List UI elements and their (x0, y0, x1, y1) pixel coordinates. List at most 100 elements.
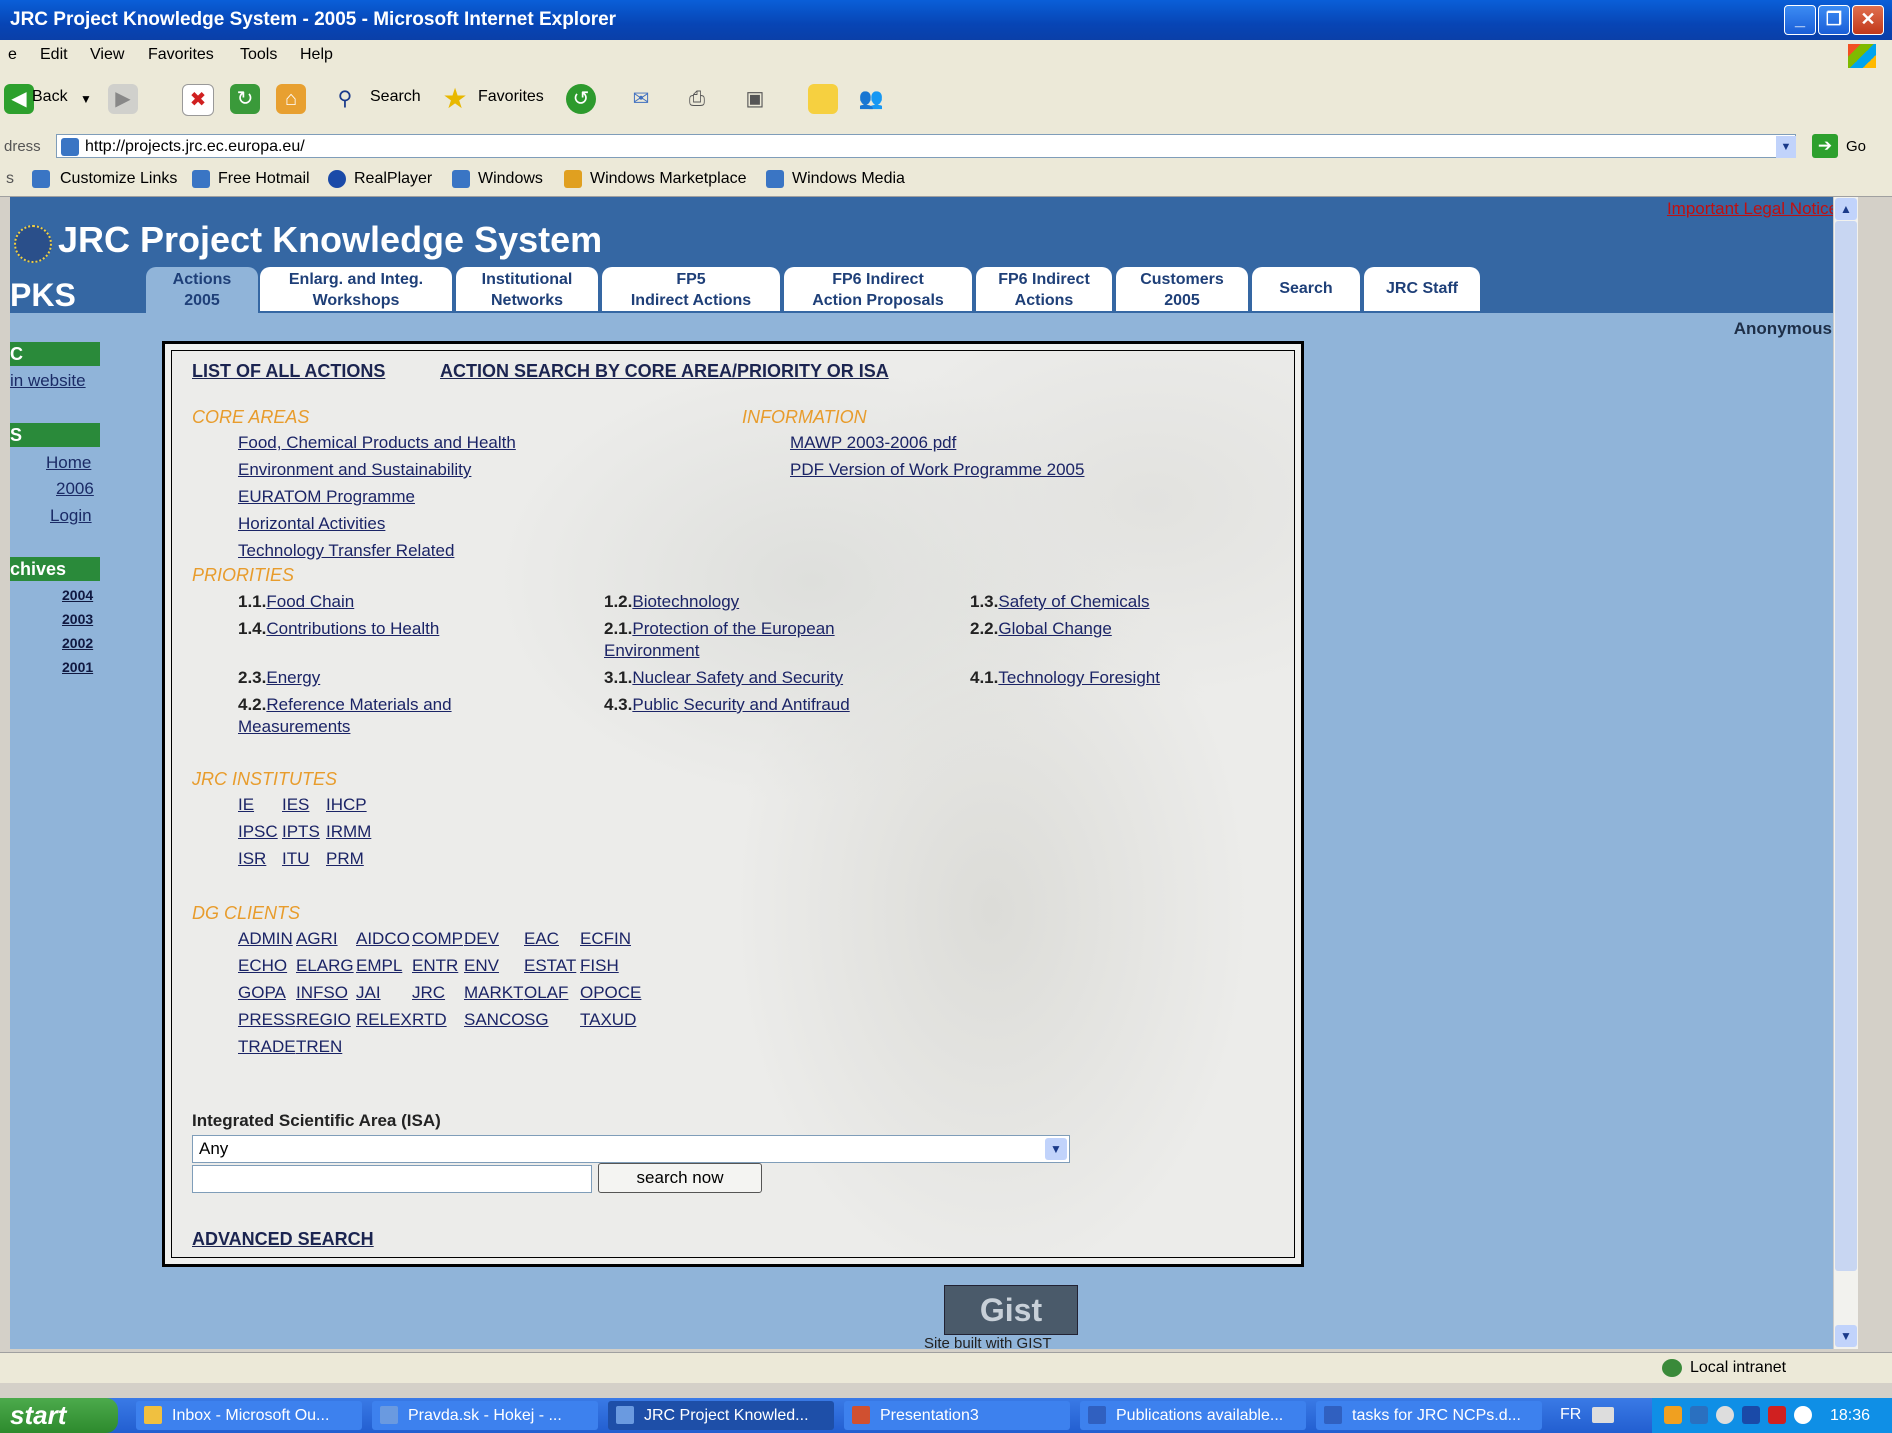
mail-icon[interactable]: ✉ (626, 84, 656, 114)
search-now-button[interactable]: search now (598, 1163, 762, 1193)
dg-client-link[interactable]: FISH (580, 956, 619, 976)
dg-client-link[interactable]: EAC (524, 929, 559, 949)
priority-link[interactable]: Reference Materials and Measurements (238, 695, 452, 736)
institute-link[interactable]: IPTS (282, 822, 320, 842)
link-marketplace[interactable]: Windows Marketplace (590, 170, 747, 188)
isa-select[interactable]: Any ▼ (192, 1135, 1070, 1163)
priority-link[interactable]: Public Security and Antifraud (632, 695, 849, 714)
sidebar-login-link[interactable]: Login (50, 506, 92, 526)
taskbar-item[interactable]: Pravda.sk - Hokej - ... (372, 1401, 598, 1430)
menu-view[interactable]: View (90, 46, 124, 64)
menu-file[interactable]: e (8, 46, 17, 64)
back-dropdown-icon[interactable]: ▼ (80, 92, 92, 106)
refresh-icon[interactable]: ↻ (230, 84, 260, 114)
dg-client-link[interactable]: TRADE (238, 1037, 296, 1057)
legal-notice-link[interactable]: Important Legal Notice (1667, 199, 1838, 219)
favorites-star-icon[interactable]: ★ (440, 84, 470, 114)
priority-link[interactable]: Energy (266, 668, 320, 687)
dg-client-link[interactable]: RELEX (356, 1010, 412, 1030)
back-button[interactable]: Back (32, 88, 68, 106)
taskbar-item[interactable]: Publications available... (1080, 1401, 1306, 1430)
edit-icon[interactable]: ▣ (740, 84, 770, 114)
tray-network-icon[interactable] (1690, 1406, 1708, 1424)
core-area-link[interactable]: Food, Chemical Products and Health (238, 433, 516, 453)
dg-client-link[interactable]: INFSO (296, 983, 348, 1003)
core-area-link[interactable]: Environment and Sustainability (238, 460, 471, 480)
menu-help[interactable]: Help (300, 46, 333, 64)
priority-link[interactable]: Technology Foresight (998, 668, 1160, 687)
dg-client-link[interactable]: JAI (356, 983, 381, 1003)
tab-customers-2005[interactable]: Customers 2005 (1116, 267, 1248, 311)
dg-client-link[interactable]: GOPA (238, 983, 286, 1003)
tray-monitor-icon[interactable] (1742, 1406, 1760, 1424)
dg-client-link[interactable]: ELARG (296, 956, 354, 976)
tab-fp6-actions[interactable]: FP6 Indirect Actions (976, 267, 1112, 311)
maximize-button[interactable]: ❐ (1818, 5, 1850, 35)
core-area-link[interactable]: Horizontal Activities (238, 514, 385, 534)
archive-2004-link[interactable]: 2004 (62, 587, 93, 603)
menu-edit[interactable]: Edit (40, 46, 68, 64)
language-indicator[interactable]: FR (1560, 1406, 1581, 1424)
dg-client-link[interactable]: SG (524, 1010, 549, 1030)
tab-jrc-staff[interactable]: JRC Staff (1364, 267, 1480, 311)
information-link[interactable]: MAWP 2003-2006 pdf (790, 433, 956, 453)
priority-link[interactable]: Contributions to Health (266, 619, 439, 638)
home-icon[interactable]: ⌂ (276, 84, 306, 114)
scroll-thumb[interactable] (1835, 221, 1857, 1271)
dg-client-link[interactable]: ENTR (412, 956, 458, 976)
search-button[interactable]: Search (370, 88, 421, 106)
sidebar-2006-link[interactable]: 2006 (56, 479, 94, 499)
vertical-scrollbar[interactable]: ▲ ▼ (1833, 197, 1858, 1349)
dg-client-link[interactable]: PRESS (238, 1010, 296, 1030)
taskbar-item[interactable]: tasks for JRC NCPs.d... (1316, 1401, 1542, 1430)
institute-link[interactable]: IRMM (326, 822, 371, 842)
messenger-icon[interactable]: 👥 (856, 84, 886, 114)
dg-client-link[interactable]: SANCO (464, 1010, 524, 1030)
action-search-link[interactable]: ACTION SEARCH BY CORE AREA/PRIORITY OR I… (440, 361, 889, 382)
go-arrow-icon[interactable]: ➔ (1812, 134, 1838, 158)
go-button[interactable]: Go (1846, 138, 1866, 155)
tray-volume-icon[interactable] (1716, 1406, 1734, 1424)
taskbar-item[interactable]: Presentation3 (844, 1401, 1070, 1430)
core-area-link[interactable]: EURATOM Programme (238, 487, 415, 507)
menu-favorites[interactable]: Favorites (148, 46, 214, 64)
history-icon[interactable]: ↺ (566, 84, 596, 114)
dg-client-link[interactable]: OPOCE (580, 983, 641, 1003)
link-windows-media[interactable]: Windows Media (792, 170, 905, 188)
back-arrow-icon[interactable]: ◀ (4, 84, 34, 114)
tray-antivirus-icon[interactable] (1768, 1406, 1786, 1424)
institute-link[interactable]: PRM (326, 849, 364, 869)
institute-link[interactable]: IHCP (326, 795, 367, 815)
tab-enlarg-workshops[interactable]: Enlarg. and Integ. Workshops (260, 267, 452, 311)
dg-client-link[interactable]: DEV (464, 929, 499, 949)
main-website-link[interactable]: in website (10, 371, 86, 391)
scroll-down-icon[interactable]: ▼ (1835, 1325, 1857, 1347)
priority-link[interactable]: Global Change (998, 619, 1111, 638)
print-icon[interactable]: ⎙ (682, 84, 712, 114)
institute-link[interactable]: ISR (238, 849, 266, 869)
favorites-button[interactable]: Favorites (478, 88, 544, 106)
menu-tools[interactable]: Tools (240, 46, 277, 64)
address-field[interactable]: http://projects.jrc.ec.europa.eu/ (56, 134, 1796, 158)
dg-client-link[interactable]: ESTAT (524, 956, 576, 976)
tab-fp5-indirect-actions[interactable]: FP5 Indirect Actions (602, 267, 780, 311)
priority-link[interactable]: Protection of the European Environment (604, 619, 835, 660)
dg-client-link[interactable]: ADMIN (238, 929, 293, 949)
priority-link[interactable]: Nuclear Safety and Security (632, 668, 843, 687)
dg-client-link[interactable]: MARKT (464, 983, 524, 1003)
tab-institutional-networks[interactable]: Institutional Networks (456, 267, 598, 311)
tab-search[interactable]: Search (1252, 267, 1360, 311)
dg-client-link[interactable]: REGIO (296, 1010, 351, 1030)
dg-client-link[interactable]: COMP (412, 929, 463, 949)
dg-client-link[interactable]: AIDCO (356, 929, 410, 949)
link-windows[interactable]: Windows (478, 170, 543, 188)
priority-link[interactable]: Safety of Chemicals (998, 592, 1149, 611)
close-button[interactable]: ✕ (1852, 5, 1884, 35)
taskbar-item[interactable]: Inbox - Microsoft Ou... (136, 1401, 362, 1430)
search-input[interactable] (192, 1165, 592, 1193)
dg-client-link[interactable]: JRC (412, 983, 445, 1003)
institute-link[interactable]: IE (238, 795, 254, 815)
tab-fp6-action-proposals[interactable]: FP6 Indirect Action Proposals (784, 267, 972, 311)
dg-client-link[interactable]: AGRI (296, 929, 338, 949)
institute-link[interactable]: IES (282, 795, 309, 815)
